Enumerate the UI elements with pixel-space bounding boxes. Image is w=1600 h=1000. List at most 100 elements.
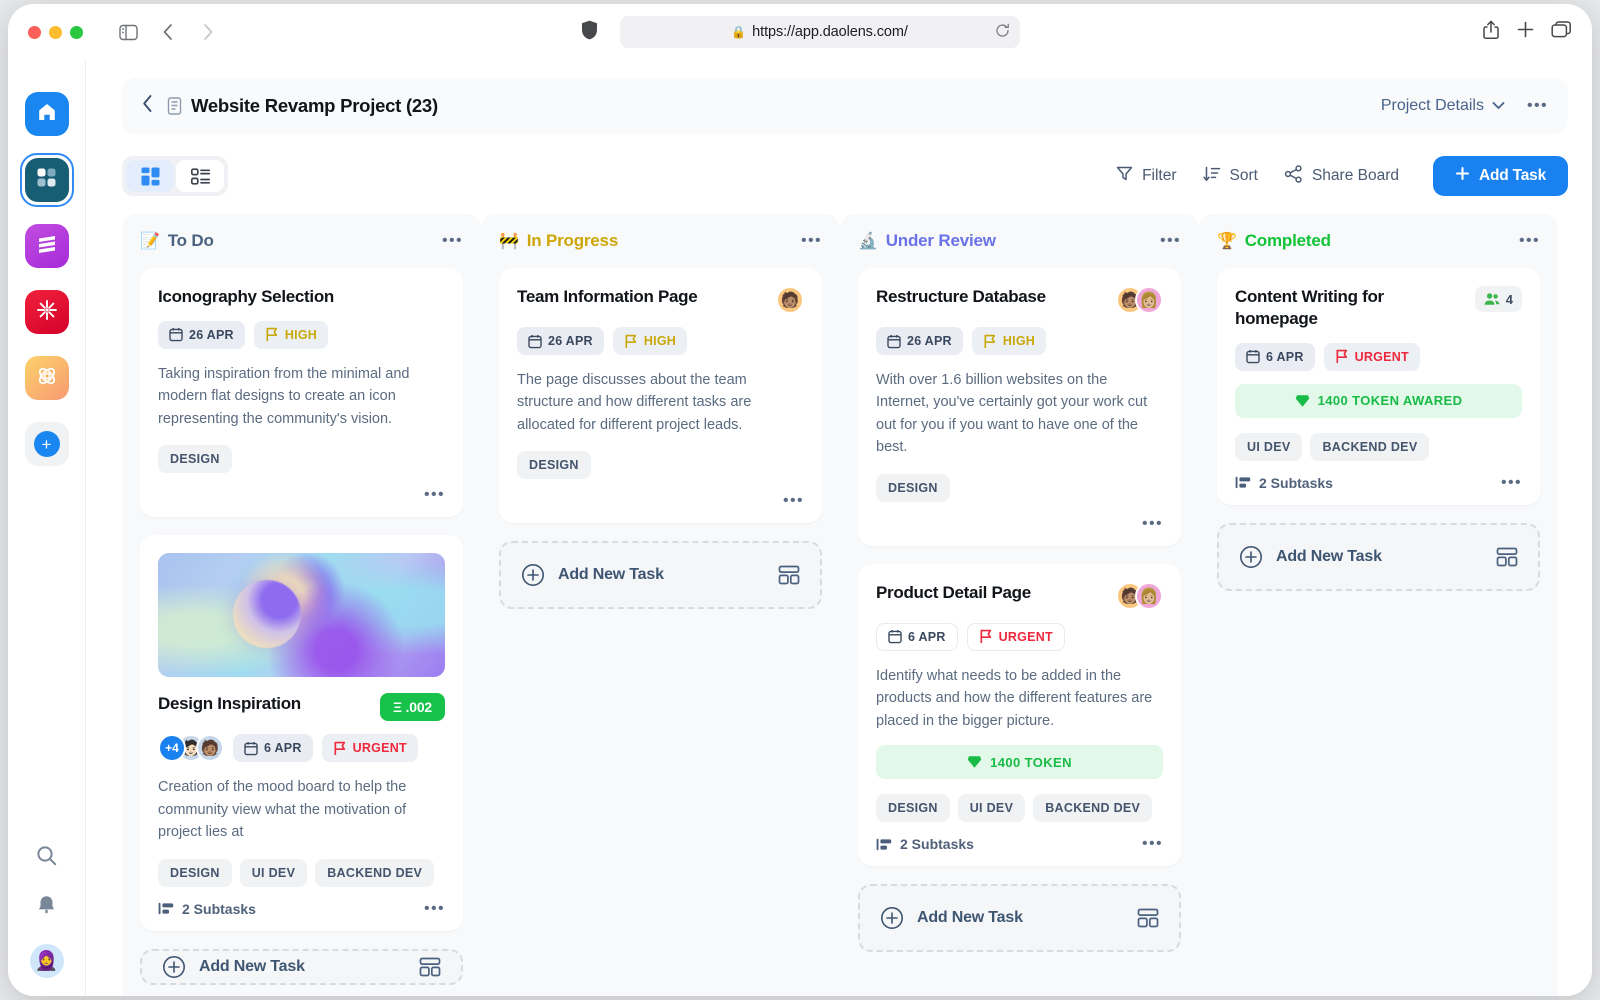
- plus-icon[interactable]: [1516, 20, 1535, 44]
- rail-item-atom[interactable]: [24, 356, 69, 400]
- list-view-icon[interactable]: [176, 160, 224, 192]
- calendar-icon: [888, 629, 902, 644]
- priority-chip: URGENT: [321, 734, 418, 763]
- sort-button[interactable]: Sort: [1202, 165, 1258, 188]
- address-bar[interactable]: 🔒 https://app.daolens.com/: [619, 16, 1020, 48]
- assignee-avatars[interactable]: 🧑🏽 👩🏼: [1116, 286, 1163, 314]
- add-task-label: Add Task: [1478, 167, 1546, 184]
- due-date-label: 26 APR: [189, 327, 234, 342]
- token-value-badge: Ξ .002: [380, 693, 445, 722]
- task-card[interactable]: Iconography Selection 26 APR HIGH Taking in…: [140, 268, 463, 518]
- task-card[interactable]: Product Detail Page 🧑🏽 👩🏼 6 APR URGENT Identi…: [858, 563, 1181, 867]
- column-more-button[interactable]: •••: [801, 233, 822, 249]
- task-tag[interactable]: UI DEV: [957, 794, 1026, 823]
- chevron-left-icon[interactable]: [142, 94, 153, 119]
- column-title: 🔬 Under Review: [858, 231, 996, 251]
- task-template-icon[interactable]: [419, 957, 441, 977]
- filter-button[interactable]: Filter: [1116, 165, 1177, 187]
- search-icon[interactable]: [35, 844, 58, 872]
- task-more-button[interactable]: •••: [424, 487, 445, 503]
- add-new-task-button[interactable]: Add New Task: [858, 884, 1181, 953]
- project-more-button[interactable]: •••: [1527, 98, 1548, 114]
- close-window-button[interactable]: [28, 25, 41, 39]
- tabs-overview-icon[interactable]: [1551, 20, 1572, 44]
- board-view-icon[interactable]: [126, 160, 174, 192]
- add-new-task-button[interactable]: Add New Task: [1217, 522, 1540, 591]
- browser-window: 🔒 https://app.daolens.com/ + 🧕 Website R…: [8, 4, 1592, 996]
- assignee-avatars[interactable]: 🧑🏽 👩🏼: [1116, 581, 1163, 610]
- token-reward-label: 1400 TOKEN: [990, 754, 1072, 770]
- assignee-avatars[interactable]: 🧑🏽: [776, 286, 804, 314]
- task-tag[interactable]: DESIGN: [517, 451, 591, 480]
- task-template-icon[interactable]: [1496, 547, 1518, 567]
- due-date-chip: 6 APR: [876, 622, 958, 651]
- rail-item-burst[interactable]: [24, 290, 69, 334]
- board-column-in-progress: 🚧 In Progress ••• Team Information Page 🧑🏽 26…: [481, 214, 840, 996]
- plus-circle-icon: [1239, 545, 1263, 569]
- calendar-icon: [244, 741, 258, 756]
- task-tag[interactable]: BACKEND DEV: [1310, 432, 1430, 461]
- flag-icon: [624, 334, 638, 349]
- add-task-button[interactable]: Add Task: [1432, 156, 1568, 196]
- bell-icon[interactable]: [36, 894, 57, 922]
- task-more-button[interactable]: •••: [783, 493, 804, 509]
- calendar-icon: [169, 327, 183, 342]
- sidebar-toggle-icon[interactable]: [111, 17, 145, 47]
- task-title: Product Detail Page: [876, 582, 1031, 602]
- rail-item-board[interactable]: [19, 153, 74, 207]
- task-template-icon[interactable]: [778, 565, 800, 585]
- task-more-button[interactable]: •••: [424, 900, 445, 917]
- task-tag[interactable]: UI DEV: [1235, 432, 1303, 461]
- column-more-button[interactable]: •••: [1160, 233, 1181, 249]
- forward-arrow-icon[interactable]: [191, 17, 225, 47]
- rail-item-home[interactable]: [24, 92, 69, 136]
- task-more-button[interactable]: •••: [1501, 474, 1522, 491]
- task-tag[interactable]: BACKEND DEV: [1033, 794, 1153, 823]
- column-more-button[interactable]: •••: [442, 233, 463, 249]
- task-tag[interactable]: UI DEV: [239, 858, 308, 887]
- task-meta-chips: 6 APR URGENT: [876, 622, 1163, 651]
- task-card[interactable]: Restructure Database 🧑🏽 👩🏼 26 APR HIGH With o…: [858, 268, 1181, 546]
- column-emoji-icon: 📝: [140, 233, 160, 250]
- plus-icon: +: [33, 431, 60, 457]
- add-new-task-button[interactable]: Add New Task: [499, 541, 822, 610]
- task-more-button[interactable]: •••: [1142, 515, 1163, 532]
- column-more-button[interactable]: •••: [1519, 233, 1540, 249]
- task-tag[interactable]: DESIGN: [158, 858, 232, 887]
- share-board-button[interactable]: Share Board: [1284, 164, 1399, 188]
- task-meta-chips: 26 APR HIGH: [876, 327, 1163, 355]
- subtasks-indicator[interactable]: 2 Subtasks: [876, 836, 974, 852]
- main-content: Website Revamp Project (23) Project Deta…: [86, 60, 1592, 996]
- assignee-avatars[interactable]: +4 🧑🏻 🧑🏽: [158, 734, 224, 763]
- column-title: 📝 To Do: [140, 231, 214, 251]
- priority-label: URGENT: [1354, 349, 1409, 364]
- task-tag[interactable]: DESIGN: [158, 445, 232, 474]
- subtasks-indicator[interactable]: 2 Subtasks: [158, 901, 256, 917]
- maximize-window-button[interactable]: [70, 25, 83, 39]
- rail-item-layers[interactable]: [24, 224, 69, 268]
- token-reward-bar: 1400 TOKEN: [876, 745, 1163, 780]
- task-tags: DESIGN UI DEV BACKEND DEV: [876, 794, 1163, 823]
- layers-icon: [35, 232, 59, 261]
- project-details-dropdown[interactable]: Project Details: [1381, 97, 1505, 115]
- task-tag[interactable]: DESIGN: [876, 473, 950, 502]
- task-tag[interactable]: BACKEND DEV: [315, 858, 435, 887]
- minimize-window-button[interactable]: [49, 25, 62, 39]
- column-title: 🏆 Completed: [1217, 231, 1331, 251]
- task-more-button[interactable]: •••: [1142, 836, 1163, 852]
- avatar[interactable]: 🧕: [29, 944, 64, 978]
- task-card[interactable]: Content Writing for homepage 4 6 APR URGENT…: [1217, 268, 1540, 505]
- task-tag[interactable]: DESIGN: [876, 794, 950, 823]
- task-template-icon[interactable]: [1137, 908, 1159, 928]
- task-card[interactable]: Team Information Page 🧑🏽 26 APR HIGH The pag…: [499, 268, 822, 524]
- priority-label: HIGH: [643, 334, 677, 348]
- subtasks-indicator[interactable]: 2 Subtasks: [1235, 475, 1333, 491]
- back-arrow-icon[interactable]: [151, 17, 185, 47]
- reload-icon[interactable]: [995, 23, 1010, 41]
- rail-item-add-workspace[interactable]: +: [24, 422, 69, 466]
- task-card[interactable]: Design Inspiration Ξ .002 +4 🧑🏻 🧑🏽 6 APR URGEN…: [140, 535, 463, 931]
- board-column-under-review: 🔬 Under Review ••• Restructure Database 🧑🏽 👩🏼…: [840, 214, 1199, 996]
- share-icon[interactable]: [1482, 20, 1500, 45]
- shield-icon[interactable]: [581, 20, 598, 45]
- add-new-task-button[interactable]: Add New Task: [140, 948, 463, 985]
